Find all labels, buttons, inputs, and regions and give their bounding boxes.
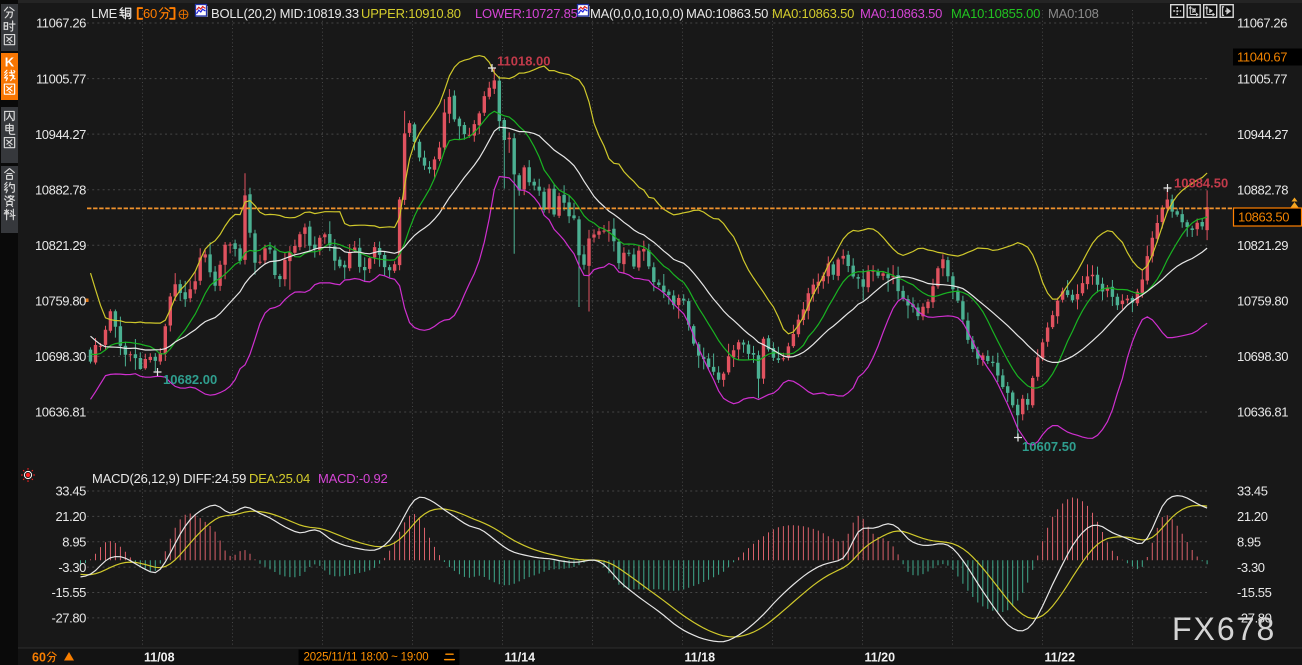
svg-text:10882.78: 10882.78 bbox=[1237, 182, 1288, 197]
svg-text:11/14: 11/14 bbox=[505, 651, 536, 665]
svg-text:10636.81: 10636.81 bbox=[1237, 405, 1288, 420]
svg-text:-3.30: -3.30 bbox=[58, 560, 86, 575]
svg-text:11005.77: 11005.77 bbox=[36, 71, 86, 86]
svg-text:10607.50: 10607.50 bbox=[1022, 439, 1076, 454]
svg-text:8.95: 8.95 bbox=[62, 535, 86, 550]
svg-text:11/20: 11/20 bbox=[865, 651, 896, 665]
svg-text:-27.80: -27.80 bbox=[52, 611, 87, 626]
svg-text:33.45: 33.45 bbox=[55, 484, 86, 499]
svg-text:33.45: 33.45 bbox=[1237, 484, 1268, 499]
svg-text:10863.50: 10863.50 bbox=[1238, 210, 1289, 225]
svg-text:LOWER:10727.85: LOWER:10727.85 bbox=[475, 6, 578, 21]
svg-text:-15.55: -15.55 bbox=[52, 585, 87, 600]
svg-text:MA10:10855.00: MA10:10855.00 bbox=[951, 6, 1040, 21]
svg-text:10944.27: 10944.27 bbox=[35, 127, 86, 142]
svg-text:2025/11/11 18:00 ~ 19:00: 2025/11/11 18:00 ~ 19:00 bbox=[304, 652, 429, 664]
svg-text:K: K bbox=[5, 54, 15, 69]
svg-text:8.95: 8.95 bbox=[1237, 535, 1261, 550]
svg-text:BOLL(20,2) MID:10819.33: BOLL(20,2) MID:10819.33 bbox=[211, 6, 359, 21]
svg-text:21.20: 21.20 bbox=[1237, 509, 1268, 524]
svg-text:LME: LME bbox=[91, 6, 118, 21]
svg-text:10821.29: 10821.29 bbox=[35, 238, 86, 253]
svg-text:11067.26: 11067.26 bbox=[36, 16, 86, 31]
svg-text:11067.26: 11067.26 bbox=[1237, 16, 1287, 31]
svg-text:10682.00: 10682.00 bbox=[163, 372, 217, 387]
svg-text:11040.67: 11040.67 bbox=[1237, 50, 1287, 65]
svg-text:10884.50: 10884.50 bbox=[1174, 176, 1228, 191]
svg-text:11/22: 11/22 bbox=[1045, 651, 1076, 665]
svg-text:11/18: 11/18 bbox=[685, 651, 716, 665]
svg-text:MA0:108: MA0:108 bbox=[1048, 6, 1099, 21]
svg-text:MA(0,0,0,10,0,0): MA(0,0,0,10,0,0) bbox=[590, 6, 684, 21]
svg-text:FX678: FX678 bbox=[1172, 611, 1276, 647]
svg-text:21.20: 21.20 bbox=[55, 509, 86, 524]
svg-text:10882.78: 10882.78 bbox=[35, 182, 86, 197]
svg-text:10759.80: 10759.80 bbox=[1237, 294, 1288, 309]
svg-text:10698.30: 10698.30 bbox=[35, 349, 86, 364]
svg-text:10944.27: 10944.27 bbox=[1237, 127, 1288, 142]
svg-text:10821.29: 10821.29 bbox=[1237, 238, 1288, 253]
svg-text:-15.55: -15.55 bbox=[1237, 585, 1272, 600]
svg-text:11/08: 11/08 bbox=[144, 651, 175, 665]
svg-text:MA0:10863.50: MA0:10863.50 bbox=[686, 6, 768, 21]
svg-text:11005.77: 11005.77 bbox=[1237, 71, 1287, 86]
svg-text:10759.80: 10759.80 bbox=[35, 294, 86, 309]
svg-text:UPPER:10910.80: UPPER:10910.80 bbox=[361, 6, 461, 21]
svg-text:MACD:-0.92: MACD:-0.92 bbox=[318, 471, 388, 486]
svg-text:MA0:10863.50: MA0:10863.50 bbox=[772, 6, 854, 21]
svg-text:60: 60 bbox=[143, 6, 157, 21]
svg-text:DEA:25.04: DEA:25.04 bbox=[249, 471, 310, 486]
svg-text:MACD(26,12,9) DIFF:24.59: MACD(26,12,9) DIFF:24.59 bbox=[92, 471, 246, 486]
svg-text:-3.30: -3.30 bbox=[1237, 560, 1265, 575]
svg-text:60: 60 bbox=[32, 651, 46, 665]
svg-text:11018.00: 11018.00 bbox=[497, 54, 551, 69]
svg-text:10636.81: 10636.81 bbox=[35, 405, 86, 420]
svg-text:10698.30: 10698.30 bbox=[1237, 349, 1288, 364]
svg-text:MA0:10863.50: MA0:10863.50 bbox=[860, 6, 942, 21]
